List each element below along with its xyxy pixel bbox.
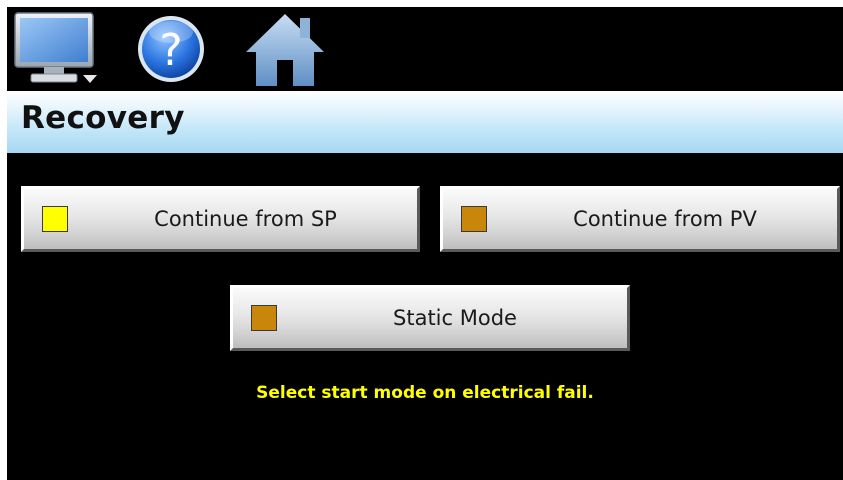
- indicator-light: [42, 206, 68, 232]
- home-icon[interactable]: [244, 10, 326, 88]
- indicator-light: [461, 206, 487, 232]
- indicator-light: [251, 305, 277, 331]
- continue-from-pv-button[interactable]: Continue from PV: [440, 186, 840, 252]
- button-label: Continue from SP: [154, 207, 337, 231]
- continue-from-sp-button[interactable]: Continue from SP: [21, 186, 420, 252]
- status-message: Select start mode on electrical fail.: [256, 383, 594, 403]
- button-label: Continue from PV: [573, 207, 757, 231]
- page-title: Recovery: [21, 100, 185, 136]
- button-label: Static Mode: [393, 306, 517, 330]
- static-mode-button[interactable]: Static Mode: [230, 285, 630, 351]
- title-bar: Recovery: [7, 91, 843, 153]
- screen: ? Recovery Continue from SP Continue fro…: [7, 7, 843, 480]
- help-icon[interactable]: ?: [135, 10, 207, 88]
- monitor-icon[interactable]: [13, 10, 99, 88]
- help-glyph: ?: [159, 25, 182, 76]
